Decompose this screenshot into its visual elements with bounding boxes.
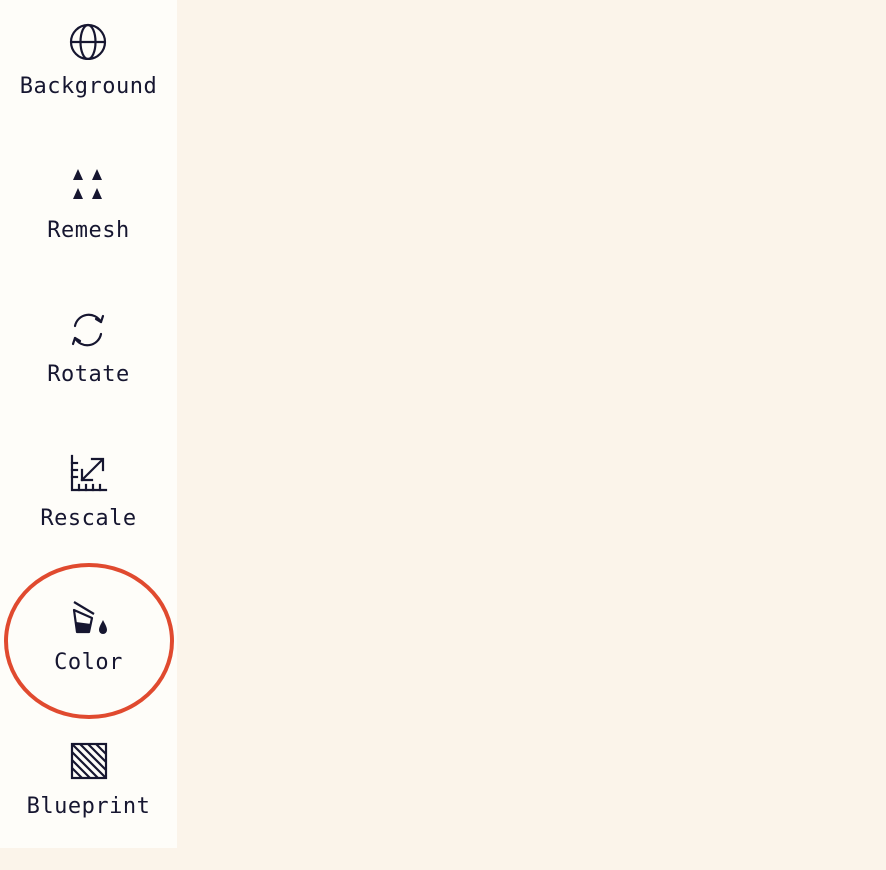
sidebar-item-label: Remesh <box>47 218 130 243</box>
paint-bucket-icon <box>68 596 108 636</box>
app-window: Background Remesh Rotate Rescale Color B… <box>0 0 886 848</box>
sidebar-item-background[interactable]: Background <box>0 20 177 150</box>
sidebar-item-remesh[interactable]: Remesh <box>0 164 177 294</box>
sidebar-item-rotate[interactable]: Rotate <box>0 308 177 438</box>
rotate-arrows-icon <box>68 308 108 348</box>
sidebar-item-label: Background <box>19 74 158 99</box>
globe-icon <box>68 20 108 60</box>
sidebar-item-rescale[interactable]: Rescale <box>0 452 177 582</box>
triangles-grid-icon <box>68 164 108 204</box>
hatched-square-icon <box>68 740 108 780</box>
sidebar-item-label: Color <box>54 650 123 675</box>
sidebar-item-color[interactable]: Color <box>0 596 177 726</box>
sidebar-item-label: Rotate <box>47 362 130 387</box>
tool-sidebar: Background Remesh Rotate Rescale Color B… <box>0 0 177 848</box>
sidebar-item-blueprint[interactable]: Blueprint <box>0 740 177 870</box>
sidebar-item-label: Rescale <box>40 506 137 531</box>
ruler-rescale-icon <box>68 452 108 492</box>
sidebar-item-label: Blueprint <box>26 794 151 819</box>
viewport-canvas[interactable] <box>177 0 886 848</box>
